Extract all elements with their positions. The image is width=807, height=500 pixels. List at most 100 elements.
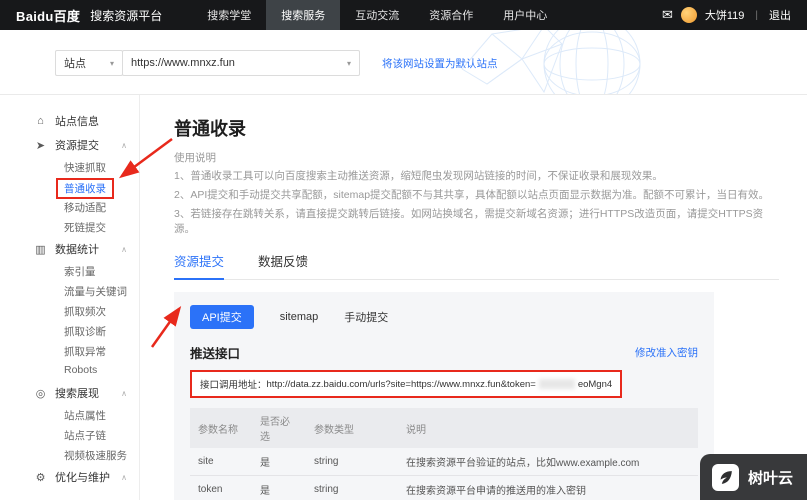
param-type: string xyxy=(306,475,398,500)
sidebar-section-optimization[interactable]: ⚙ 优化与维护 ∧ xyxy=(0,465,139,489)
top-navbar: Baidu百度 搜索资源平台 搜索学堂 搜索服务 互动交流 资源合作 用户中心 … xyxy=(0,0,807,30)
nav-item-search-services[interactable]: 搜索服务 xyxy=(266,0,341,30)
sidebar-item-robots[interactable]: Robots xyxy=(0,361,139,381)
chevron-up-icon: ∧ xyxy=(121,244,127,254)
sidebar-section-label: 优化与维护 xyxy=(55,472,110,484)
method-tabs: API提交 sitemap 手动提交 xyxy=(190,305,698,329)
usage-title: 使用说明 xyxy=(174,152,216,164)
param-name: token xyxy=(190,475,252,500)
watermark-brand: 树叶云 xyxy=(747,469,793,487)
sidebar-item-normal-inclusion[interactable]: 普通收录 xyxy=(0,177,139,199)
param-type: string xyxy=(306,448,398,476)
usage-line-3: 3、若链接存在跳转关系，请直接提交跳转后链接。如网站换域名，需提交新域名资源；进… xyxy=(174,208,764,235)
sidebar-section-label: 资源提交 xyxy=(55,140,99,152)
param-required: 是 xyxy=(252,448,306,476)
site-url-value: https://www.mnxz.fun xyxy=(131,57,235,69)
param-name: site xyxy=(190,448,252,476)
sidebar-section-label: 数据统计 xyxy=(55,244,99,256)
main-nav: 搜索学堂 搜索服务 互动交流 资源合作 用户中心 xyxy=(192,0,562,30)
sidebar-section-data-statistics[interactable]: ▥ 数据统计 ∧ xyxy=(0,237,139,261)
method-tab-sitemap[interactable]: sitemap xyxy=(280,311,319,323)
sidebar-item-crawl-errors[interactable]: 抓取异常 xyxy=(0,341,139,361)
modify-access-key-link[interactable]: 修改准入密钥 xyxy=(635,345,698,360)
layout: ⌂ 站点信息 ➤ 资源提交 ∧ 快速抓取 普通收录 移动适配 死链提交 ▥ 数据… xyxy=(0,95,807,500)
tab-resource-submit[interactable]: 资源提交 xyxy=(174,251,225,280)
sidebar-item-site-attributes[interactable]: 站点属性 xyxy=(0,405,139,425)
endpoint-token-tail: eoMgn4 xyxy=(577,378,613,390)
chevron-down-icon: ▾ xyxy=(346,58,351,68)
site-selector-bar: 站点 ▾ https://www.mnxz.fun ▾ 将该网站设置为默认站点 xyxy=(0,30,807,95)
sidebar-item-site-info[interactable]: ⌂ 站点信息 xyxy=(0,109,139,133)
sidebar-item-traffic-keywords[interactable]: 流量与关键词 xyxy=(0,281,139,301)
page-title: 普通收录 xyxy=(174,119,246,139)
site-url-select[interactable]: https://www.mnxz.fun ▾ xyxy=(122,50,360,76)
sidebar-item-quick-crawl[interactable]: 快速抓取 xyxy=(0,157,139,177)
params-table-header-row: 参数名称 是否必选 参数类型 说明 xyxy=(190,408,698,448)
site-controls: 站点 ▾ https://www.mnxz.fun ▾ 将该网站设置为默认站点 xyxy=(55,50,498,76)
table-row: token 是 string 在搜索资源平台申请的推送用的准入密钥 xyxy=(190,475,698,500)
sidebar-item-crawl-diagnosis[interactable]: 抓取诊断 xyxy=(0,321,139,341)
endpoint-label: 接口调用地址： xyxy=(200,380,267,391)
chevron-down-icon: ▾ xyxy=(109,58,114,68)
api-endpoint-box: 接口调用地址： http://data.zz.baidu.com/urls?si… xyxy=(190,370,623,398)
display-icon: ◎ xyxy=(35,387,46,400)
masked-token xyxy=(538,379,575,389)
endpoint-url: http://data.zz.baidu.com/urls?site=https… xyxy=(266,378,536,390)
col-header-name: 参数名称 xyxy=(190,408,252,448)
chevron-up-icon: ∧ xyxy=(121,472,127,482)
param-required: 是 xyxy=(252,475,306,500)
col-header-required: 是否必选 xyxy=(252,408,306,448)
navbar-divider: | xyxy=(755,9,758,21)
sidebar-item-site-sublinks[interactable]: 站点子链 xyxy=(0,425,139,445)
push-api-header: 推送接口 修改准入密钥 xyxy=(190,343,698,362)
params-table: 参数名称 是否必选 参数类型 说明 site 是 string 在搜索资源平台验… xyxy=(190,408,698,500)
method-tab-manual-submit[interactable]: 手动提交 xyxy=(344,309,388,325)
chevron-up-icon: ∧ xyxy=(121,140,127,150)
baidu-logo: Baidu百度 xyxy=(16,8,81,24)
sidebar-item-mobile-adaptation[interactable]: 移动适配 xyxy=(0,197,139,217)
send-icon: ➤ xyxy=(35,139,46,152)
avatar[interactable] xyxy=(680,7,697,23)
nav-item-interaction[interactable]: 互动交流 xyxy=(340,0,414,30)
param-desc: 在搜索资源平台验证的站点，比如www.example.com xyxy=(398,448,698,476)
usage-line-2: 2、API提交和手动提交共享配额，sitemap提交配额不与其共享，具体配额以站… xyxy=(174,189,770,201)
push-api-title: 推送接口 xyxy=(190,347,241,361)
usage-line-1: 1、普通收录工具可以向百度搜索主动推送资源，缩短爬虫发现网站链接的时间，不保证收… xyxy=(174,170,663,182)
watermark: 树叶云 xyxy=(699,454,807,500)
sidebar-item-crawl-frequency[interactable]: 抓取频次 xyxy=(0,301,139,321)
site-type-label: 站点 xyxy=(64,58,86,70)
param-desc: 在搜索资源平台申请的推送用的准入密钥 xyxy=(398,475,698,500)
col-header-desc: 说明 xyxy=(398,408,698,448)
chevron-up-icon: ∧ xyxy=(121,388,127,398)
content-tabs: 资源提交 数据反馈 xyxy=(174,251,779,280)
logout-button[interactable]: 退出 xyxy=(769,7,791,23)
username[interactable]: 大饼119 xyxy=(705,7,745,23)
sidebar-item-dead-link-submit[interactable]: 死链提交 xyxy=(0,217,139,237)
sidebar-section-label: 搜索展现 xyxy=(55,388,99,400)
site-type-select[interactable]: 站点 ▾ xyxy=(55,50,123,76)
sidebar-item-index-volume[interactable]: 索引量 xyxy=(0,261,139,281)
gear-icon: ⚙ xyxy=(35,471,46,484)
home-icon: ⌂ xyxy=(37,115,44,127)
platform-name: 搜索资源平台 xyxy=(90,8,163,23)
chart-icon: ▥ xyxy=(35,243,46,256)
set-default-site-link[interactable]: 将该网站设置为默认站点 xyxy=(382,56,498,71)
nav-item-resource-cooperation[interactable]: 资源合作 xyxy=(414,0,488,30)
nav-item-user-center[interactable]: 用户中心 xyxy=(488,0,562,30)
navbar-right: ✉ 大饼119 | 退出 xyxy=(662,7,791,23)
tab-data-feedback[interactable]: 数据反馈 xyxy=(258,251,308,279)
table-row: site 是 string 在搜索资源平台验证的站点，比如www.example… xyxy=(190,448,698,476)
sidebar-section-resource-submit[interactable]: ➤ 资源提交 ∧ xyxy=(0,133,139,157)
mail-icon[interactable]: ✉ xyxy=(662,7,673,23)
sidebar-item-video-speed-service[interactable]: 视频极速服务 xyxy=(0,445,139,465)
annotation-red-box-sidebar: 普通收录 xyxy=(56,178,114,199)
submit-panel: API提交 sitemap 手动提交 推送接口 修改准入密钥 接口调用地址： h… xyxy=(174,292,714,500)
sidebar-item-label: 站点信息 xyxy=(55,116,99,128)
col-header-type: 参数类型 xyxy=(306,408,398,448)
page: Baidu百度 搜索资源平台 搜索学堂 搜索服务 互动交流 资源合作 用户中心 … xyxy=(0,0,807,500)
sidebar: ⌂ 站点信息 ➤ 资源提交 ∧ 快速抓取 普通收录 移动适配 死链提交 ▥ 数据… xyxy=(0,95,140,500)
main-content: 普通收录 使用说明 1、普通收录工具可以向百度搜索主动推送资源，缩短爬虫发现网站… xyxy=(140,95,807,500)
nav-item-search-academy[interactable]: 搜索学堂 xyxy=(192,0,266,30)
sidebar-section-search-display[interactable]: ◎ 搜索展现 ∧ xyxy=(0,381,139,405)
method-tab-api-submit[interactable]: API提交 xyxy=(190,305,254,329)
